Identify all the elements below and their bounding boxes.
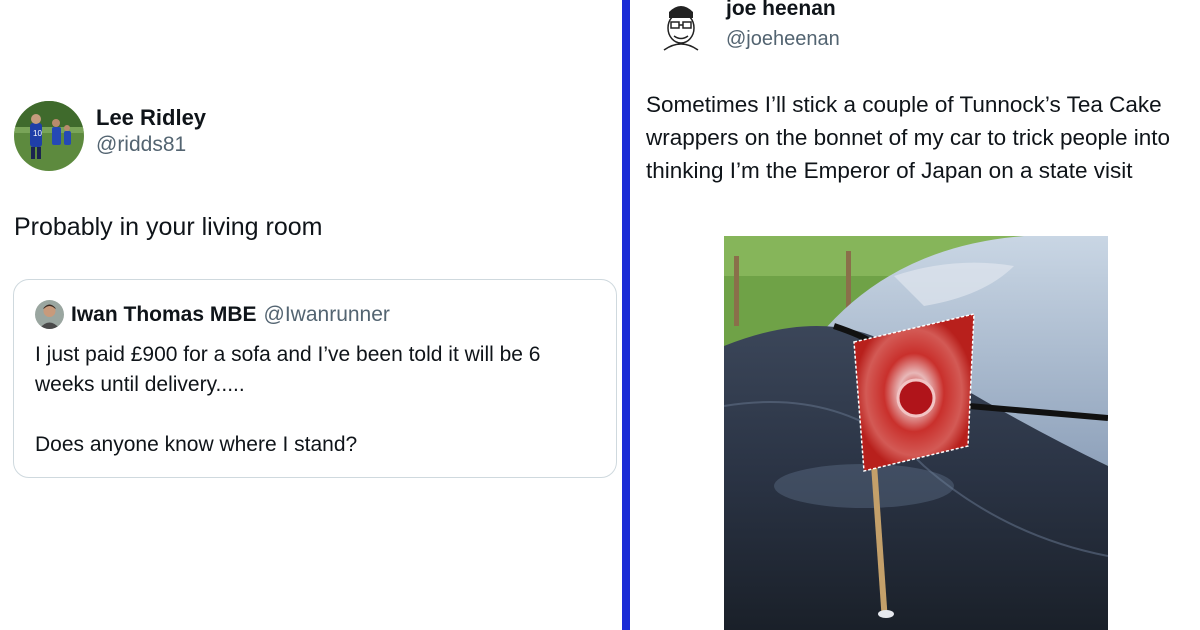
quoted-text-line: I just paid £900 for a sofa and I’ve bee… <box>35 343 541 396</box>
tweet-text: Sometimes I’ll stick a couple of Tunnock… <box>646 92 1171 183</box>
avatar[interactable]: 10 <box>14 101 84 171</box>
author-handle[interactable]: @joeheenan <box>726 26 840 52</box>
person-avatar-image <box>35 300 64 329</box>
car-bonnet-photo <box>724 236 1108 630</box>
tweet-text: Probably in your living room <box>14 213 323 241</box>
panel-divider <box>622 0 630 630</box>
quoted-author-handle[interactable]: @Iwanrunner <box>264 303 390 327</box>
quoted-tweet-header: Iwan Thomas MBE @Iwanrunner <box>35 300 390 329</box>
quoted-author-name[interactable]: Iwan Thomas MBE <box>71 303 257 327</box>
avatar[interactable] <box>650 0 712 56</box>
left-tweet: 10 Lee Ridley @ridds81 Probably in your … <box>0 0 622 630</box>
author-handle[interactable]: @ridds81 <box>96 132 206 158</box>
author-name[interactable]: joe heenan <box>726 0 840 24</box>
svg-text:10: 10 <box>33 129 42 138</box>
author-name[interactable]: Lee Ridley <box>96 104 206 132</box>
quoted-avatar[interactable] <box>35 300 64 329</box>
tweet-image[interactable] <box>724 236 1108 630</box>
tweet-header: 10 Lee Ridley @ridds81 <box>14 101 206 171</box>
footballer-avatar-image: 10 <box>14 101 84 171</box>
quoted-tweet-card[interactable]: Iwan Thomas MBE @Iwanrunner I just paid … <box>13 279 617 478</box>
quoted-tweet-text: I just paid £900 for a sofa and I’ve bee… <box>35 340 605 460</box>
quoted-text-line: Does anyone know where I stand? <box>35 433 358 456</box>
cartoon-sketch-avatar-image <box>650 0 712 56</box>
right-tweet: joe heenan @joeheenan Sometimes I’ll sti… <box>630 0 1200 630</box>
tweet-header: joe heenan @joeheenan <box>650 0 840 56</box>
